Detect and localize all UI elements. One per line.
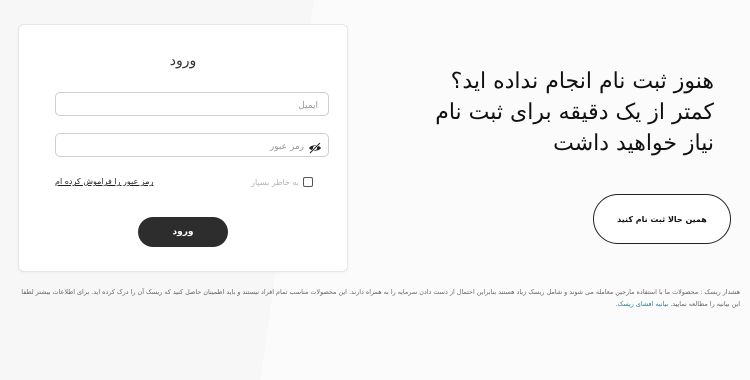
- eye-slash-icon[interactable]: [308, 139, 322, 154]
- email-input[interactable]: [56, 95, 328, 117]
- risk-warning: هشدار ریسک : محصولات ما با استفاده مارجی…: [16, 286, 740, 310]
- remember-me[interactable]: به خاطر بسپار: [251, 177, 313, 187]
- signup-promo: هنوز ثبت نام انجام نداده اید؟ کمتر از یک…: [384, 66, 714, 159]
- password-field[interactable]: [55, 133, 329, 158]
- promo-line-3: نیاز خواهید داشت: [553, 131, 714, 156]
- signup-button[interactable]: همین حالا ثبت نام کنید: [593, 194, 731, 244]
- login-card: ورود به خاطر بسپار رمز عبور را فراموش کر…: [18, 24, 348, 272]
- email-field[interactable]: [55, 92, 329, 117]
- promo-line-2: کمتر از یک دقیقه برای ثبت نام: [435, 100, 714, 125]
- password-input[interactable]: [56, 136, 328, 158]
- remember-checkbox[interactable]: [303, 177, 313, 187]
- login-title: ورود: [169, 53, 197, 69]
- forgot-password-link[interactable]: رمز عبور را فراموش کرده ام: [55, 177, 153, 186]
- promo-line-1: هنوز ثبت نام انجام نداده اید؟: [450, 69, 714, 94]
- risk-disclosure-link[interactable]: بیانیه افشای ریسک.: [616, 300, 669, 308]
- remember-label: به خاطر بسپار: [251, 177, 299, 187]
- login-button[interactable]: ورود: [138, 217, 228, 247]
